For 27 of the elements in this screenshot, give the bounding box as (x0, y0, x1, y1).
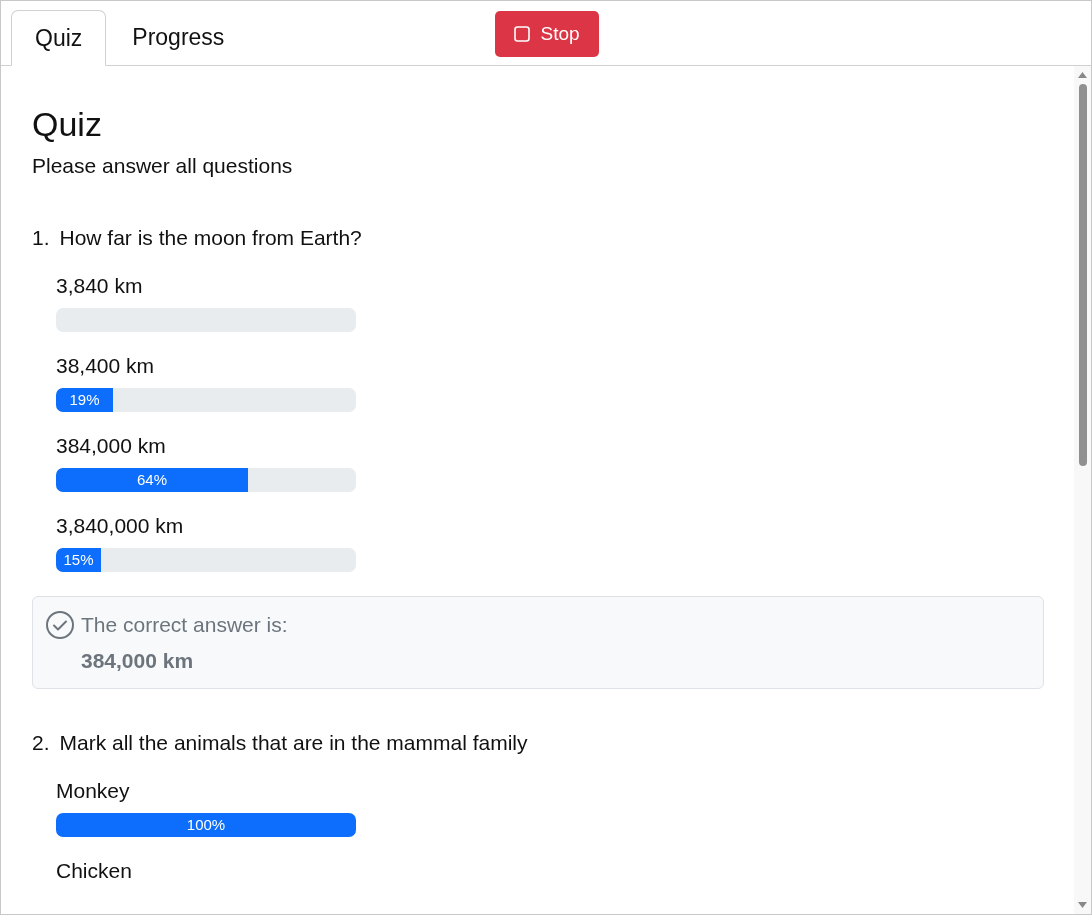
stop-button[interactable]: Stop (495, 11, 599, 57)
scroll-down-icon (1078, 902, 1087, 908)
answer-label: The correct answer is: (81, 612, 288, 638)
scroll-up-icon (1078, 72, 1087, 78)
quiz-subtitle: Please answer all questions (32, 153, 294, 179)
option-label: Chicken (56, 858, 133, 884)
progress-fill: 64% (56, 468, 248, 492)
option-label: 38,400 km (56, 353, 156, 379)
scrollbar-thumb[interactable] (1078, 84, 1087, 466)
question-text: How far is the moon from Earth? (59, 225, 362, 251)
progress-fill: 15% (56, 548, 101, 572)
tab[interactable]: Progress (106, 9, 251, 65)
option-label: 384,000 km (56, 433, 167, 459)
question-number: 2. (32, 730, 50, 756)
tab[interactable]: Quiz (11, 10, 107, 66)
question-number: 1. (32, 225, 50, 251)
question-text: Mark all the animals that are in the mammal family (59, 730, 528, 756)
quiz-title: Quiz (32, 104, 103, 144)
progress-fill: 19% (56, 388, 113, 412)
check-circle-icon (45, 609, 75, 640)
stop-icon (514, 26, 531, 42)
progress-fill: 100% (56, 813, 356, 837)
answer-value: 384,000 km (80, 647, 195, 674)
option-label: 3,840,000 km (56, 513, 185, 539)
option-label: 3,840 km (56, 273, 144, 299)
option-label: Monkey (56, 778, 131, 804)
scrollbar[interactable] (1074, 66, 1091, 914)
